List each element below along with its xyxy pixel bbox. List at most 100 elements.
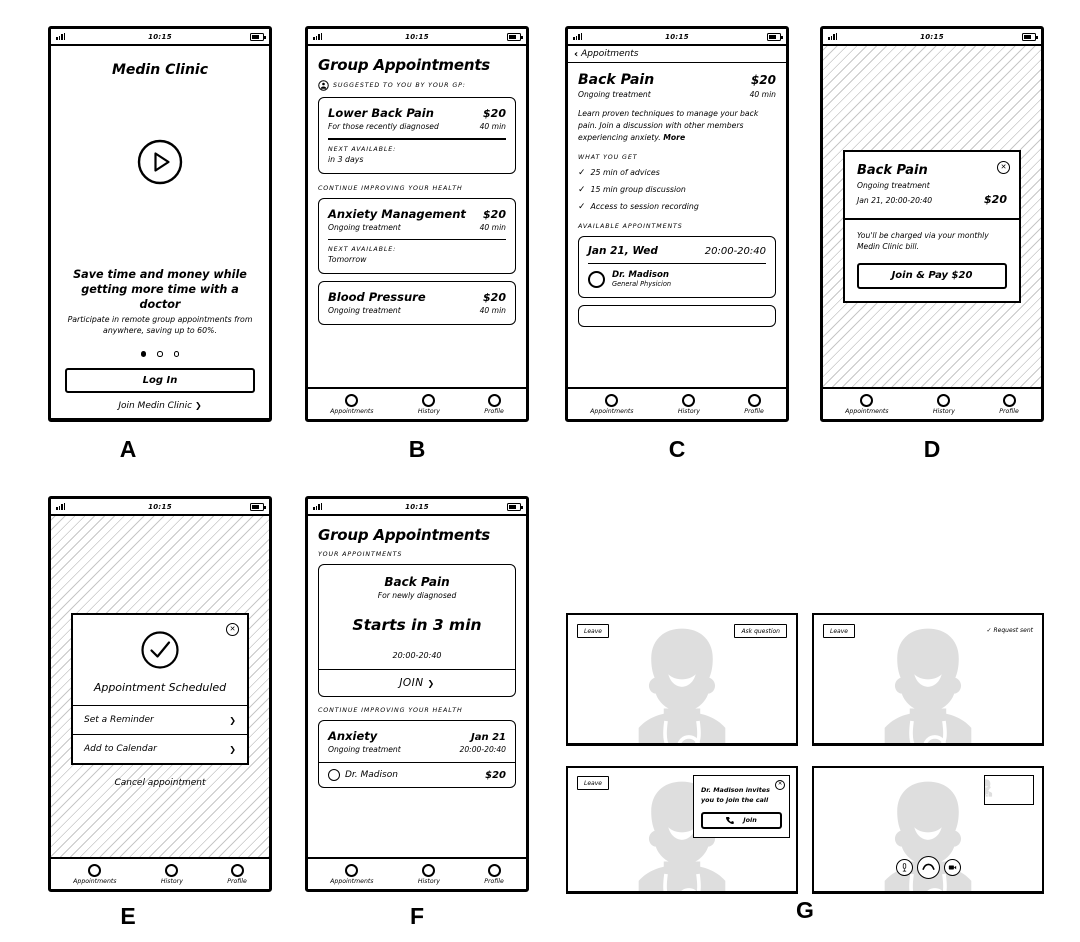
set-reminder-row[interactable]: Set a Reminder ❯ xyxy=(73,706,247,735)
divider xyxy=(588,262,766,265)
end-call-icon[interactable] xyxy=(916,856,940,879)
back-navigation-bar[interactable]: ‹ Appoitments xyxy=(568,46,786,63)
video-panel-1: Leave Ask question xyxy=(566,613,798,746)
card-duration: 40 min xyxy=(479,306,506,316)
dot[interactable] xyxy=(173,351,180,357)
status-time: 10:15 xyxy=(148,32,172,41)
login-button[interactable]: Log In xyxy=(65,368,255,393)
join-clinic-link[interactable]: Join Medin Clinic ❯ xyxy=(51,401,269,411)
status-bar: 10:15 xyxy=(308,29,526,46)
appointments-icon xyxy=(860,393,874,407)
more-link[interactable]: More xyxy=(663,133,685,142)
nav-item-appointments[interactable]: Appointments xyxy=(330,393,374,415)
appointment-card[interactable]: Anxiety Management $20 Ongoing treatment… xyxy=(318,197,516,275)
nav-item-profile[interactable]: Profile xyxy=(227,863,247,885)
upcoming-subtitle: For newly diagnosed xyxy=(377,591,457,600)
nav-item-history[interactable]: History xyxy=(932,393,955,415)
phone-screen-d: 10:15 ✕ Back Pain Ongoing treatment Jan … xyxy=(820,26,1044,422)
join-and-pay-button[interactable]: Join & Pay $20 xyxy=(857,262,1007,289)
divider xyxy=(328,238,506,241)
appointments-icon xyxy=(88,863,102,877)
doctor-name: Dr. Madison xyxy=(345,770,398,780)
join-label: Join xyxy=(743,816,757,824)
modal-datetime: Jan 21, 20:00-20:40 xyxy=(857,196,933,205)
status-time: 10:15 xyxy=(405,32,429,41)
self-view-thumbnail[interactable] xyxy=(984,775,1034,805)
screen-letter-a: A xyxy=(119,436,137,462)
join-button[interactable]: JOIN ❯ xyxy=(319,669,515,696)
page-title: Group Appointments xyxy=(318,526,491,544)
camera-icon[interactable] xyxy=(943,859,961,876)
next-appointment-card[interactable]: Anxiety Jan 21 Ongoing treatment 20:00-2… xyxy=(318,720,516,788)
battery-icon xyxy=(250,502,266,511)
card-title: Blood Pressure xyxy=(328,290,426,305)
nav-item-appointments[interactable]: Appointments xyxy=(845,393,889,415)
slot-date: Jan 21, Wed xyxy=(588,244,658,257)
battery-icon xyxy=(507,502,523,511)
modal-title: Back Pain xyxy=(857,163,928,178)
profile-icon xyxy=(230,863,244,877)
leave-button[interactable]: Leave xyxy=(577,776,609,790)
nav-item-profile[interactable]: Profile xyxy=(999,393,1019,415)
next-doctor-row: Dr. Madison $20 xyxy=(319,762,515,787)
self-silhouette-icon xyxy=(985,776,1034,805)
nav-item-appointments[interactable]: Appointments xyxy=(590,393,634,415)
nav-item-profile[interactable]: Profile xyxy=(484,393,504,415)
nav-item-history[interactable]: History xyxy=(678,393,700,415)
nav-item-history[interactable]: History xyxy=(418,863,440,885)
next-available-label: NEXT AVAILABLE: xyxy=(328,246,397,254)
nav-label: Appointments xyxy=(330,407,374,415)
nav-item-appointments[interactable]: Appointments xyxy=(73,863,117,885)
card-price: $20 xyxy=(483,207,506,221)
nav-item-appointments[interactable]: Appointments xyxy=(330,863,374,885)
subtext: Participate in remote group appointments… xyxy=(67,315,253,336)
leave-button[interactable]: Leave xyxy=(577,624,609,638)
modal-header: ✕ Appointment Scheduled xyxy=(73,615,247,706)
nav-item-history[interactable]: History xyxy=(418,393,440,415)
duration: 40 min xyxy=(749,90,776,99)
suggested-header: SUGGESTED TO YOU BY YOUR GP: xyxy=(318,80,516,91)
close-icon[interactable]: ✕ xyxy=(997,161,1010,174)
nav-label: Profile xyxy=(227,877,247,885)
mic-icon[interactable] xyxy=(895,859,913,876)
appointment-card[interactable]: Lower Back Pain $20 For those recently d… xyxy=(318,97,516,174)
nav-label: History xyxy=(932,407,955,415)
bottom-nav: Appointments History Profile xyxy=(823,387,1041,419)
available-appointments-label: AVAILABLE APPOINTMENTS xyxy=(578,222,683,230)
card-subtitle: Ongoing treatment xyxy=(328,306,401,316)
battery-icon xyxy=(767,32,783,41)
price: $20 xyxy=(750,73,776,87)
dot-active[interactable] xyxy=(140,351,147,357)
play-button[interactable] xyxy=(137,139,183,189)
add-to-calendar-row[interactable]: Add to Calendar ❯ xyxy=(73,735,247,763)
carousel-dots[interactable] xyxy=(51,351,269,357)
appointment-card[interactable]: Blood Pressure $20 Ongoing treatment 40 … xyxy=(318,281,516,326)
row-label: Set a Reminder xyxy=(84,715,154,725)
nav-item-profile[interactable]: Profile xyxy=(744,393,764,415)
slot-card-partial[interactable] xyxy=(578,305,776,328)
history-icon xyxy=(165,863,179,877)
ask-question-button[interactable]: Ask question xyxy=(734,624,787,638)
phone-screen-f: 10:15 Group Appointments YOUR APPOINTMEN… xyxy=(305,496,529,892)
profile-icon xyxy=(487,863,501,877)
card-duration: 40 min xyxy=(479,222,506,232)
screen-letter-b: B xyxy=(408,436,426,462)
bottom-nav: Appointments History Profile xyxy=(51,857,269,889)
history-icon xyxy=(937,393,951,407)
card-price: $20 xyxy=(483,291,506,305)
dot[interactable] xyxy=(157,351,163,357)
upcoming-appointment-card[interactable]: Back Pain For newly diagnosed Starts in … xyxy=(318,564,516,697)
nav-item-profile[interactable]: Profile xyxy=(484,863,504,885)
slot-card[interactable]: Jan 21, Wed 20:00-20:40 Dr. Madison Gene… xyxy=(578,235,776,299)
appointments-icon xyxy=(345,393,359,407)
close-icon[interactable]: ✕ xyxy=(226,623,239,636)
doctor-name: Dr. Madison xyxy=(612,270,669,281)
close-icon[interactable]: ✕ xyxy=(775,780,785,790)
leave-button[interactable]: Leave xyxy=(823,624,855,638)
cancel-appointment-link[interactable]: Cancel appointment xyxy=(51,778,269,788)
nav-item-history[interactable]: History xyxy=(161,863,183,885)
page-title: Medin Clinic xyxy=(111,62,209,78)
call-controls xyxy=(814,856,1042,879)
join-call-button[interactable]: Join xyxy=(701,811,782,829)
history-icon xyxy=(682,393,696,407)
